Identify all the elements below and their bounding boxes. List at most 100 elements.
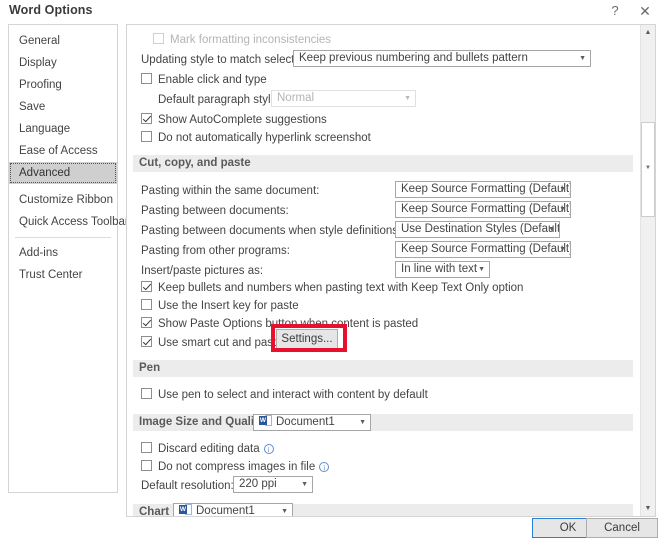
pasting-other-programs-label: Pasting from other programs:: [141, 245, 290, 257]
pasting-same-document-label: Pasting within the same document:: [141, 185, 320, 197]
sidebar-item-language[interactable]: Language: [9, 118, 117, 140]
checkbox-row-do-not-hyperlink-screenshot[interactable]: Do not automatically hyperlink screensho…: [141, 129, 371, 147]
updating-style-value: Keep previous numbering and bullets patt…: [299, 52, 528, 64]
chart-scope-dropdown[interactable]: W Document1 ▼: [173, 503, 293, 516]
enable-click-and-type-checkbox[interactable]: [141, 73, 152, 84]
options-scroll-content: Mark formatting inconsistencies Updating…: [127, 25, 640, 516]
discard-editing-data-label: Discard editing data: [158, 443, 260, 455]
section-header-pen: Pen: [133, 360, 633, 377]
sidebar-item-customize-ribbon[interactable]: Customize Ribbon: [9, 189, 117, 211]
pasting-other-programs-value: Keep Source Formatting (Default): [401, 243, 571, 255]
do-not-compress-label: Do not compress images in file: [158, 461, 316, 473]
sidebar-item-proofing[interactable]: Proofing: [9, 74, 117, 96]
checkbox-row-use-pen[interactable]: Use pen to select and interact with cont…: [141, 386, 428, 404]
checkbox-row-use-insert-key[interactable]: Use the Insert key for paste: [141, 297, 299, 315]
close-icon[interactable]: ✕: [632, 0, 658, 22]
sidebar-item-add-ins[interactable]: Add-ins: [9, 242, 117, 264]
use-pen-checkbox[interactable]: [141, 388, 152, 399]
cancel-button[interactable]: Cancel: [586, 518, 658, 538]
pasting-style-conflict-value: Use Destination Styles (Default): [401, 223, 560, 235]
info-icon[interactable]: i: [263, 444, 274, 454]
sidebar-item-quick-access-toolbar[interactable]: Quick Access Toolbar: [9, 211, 129, 233]
mark-formatting-inconsistencies-label: Mark formatting inconsistencies: [170, 34, 332, 46]
chevron-down-icon: ▼: [478, 266, 485, 273]
show-paste-options-checkbox[interactable]: [141, 317, 152, 328]
mark-formatting-inconsistencies-checkbox[interactable]: [153, 33, 164, 44]
pasting-same-document-dropdown[interactable]: Keep Source Formatting (Default) ▼: [395, 181, 571, 198]
use-insert-key-label: Use the Insert key for paste: [158, 300, 299, 312]
do-not-hyperlink-screenshot-label: Do not automatically hyperlink screensho…: [158, 132, 371, 144]
help-icon[interactable]: ?: [602, 0, 628, 22]
sidebar-item-ease-of-access[interactable]: Ease of Access: [9, 140, 117, 162]
dialog-title-bar: Word Options ? ✕: [0, 0, 664, 22]
keep-bullets-checkbox[interactable]: [141, 281, 152, 292]
section-header-image-size-quality: Image Size and Quality: [133, 414, 633, 431]
scroll-down-arrow-icon[interactable]: ▼: [641, 501, 655, 516]
sidebar-nav: General Display Proofing Save Language E…: [8, 24, 129, 493]
checkbox-row-enable-click-and-type[interactable]: Enable click and type: [141, 71, 267, 89]
pasting-between-documents-value: Keep Source Formatting (Default): [401, 203, 571, 215]
section-header-cut-copy-paste: Cut, copy, and paste: [133, 155, 633, 172]
discard-editing-data-checkbox[interactable]: [141, 442, 152, 453]
default-paragraph-style-label: Default paragraph style:: [158, 94, 281, 106]
pasting-other-programs-dropdown[interactable]: Keep Source Formatting (Default) ▼: [395, 241, 571, 258]
chevron-down-icon: ▼: [548, 226, 555, 233]
checkbox-row-do-not-compress[interactable]: Do not compress images in file i: [141, 458, 330, 476]
checkbox-row-discard-editing-data[interactable]: Discard editing data i: [141, 440, 274, 458]
scroll-up-arrow-icon[interactable]: ▲: [641, 25, 655, 40]
chevron-down-icon: ▼: [559, 206, 566, 213]
default-paragraph-style-dropdown: Normal ▼: [271, 90, 416, 107]
pasting-style-conflict-dropdown[interactable]: Use Destination Styles (Default) ▼: [395, 221, 560, 238]
chart-scope-value: Document1: [196, 505, 255, 516]
checkbox-row-use-smart-cut-paste[interactable]: Use smart cut and pastei: [141, 334, 297, 352]
enable-click-and-type-label: Enable click and type: [158, 74, 267, 86]
sidebar-item-advanced[interactable]: Advanced: [9, 162, 117, 184]
use-smart-cut-paste-checkbox[interactable]: [141, 336, 152, 347]
chevron-down-icon: ▼: [359, 419, 366, 426]
scrollbar-thumb[interactable]: [641, 122, 655, 217]
clipped-top-row: [141, 25, 144, 36]
default-paragraph-style-value: Normal: [277, 92, 315, 104]
do-not-compress-checkbox[interactable]: [141, 460, 152, 471]
sidebar-item-save[interactable]: Save: [9, 96, 117, 118]
chart-heading: Chart: [139, 506, 170, 516]
default-resolution-value: 220 ppi: [239, 478, 277, 490]
page-title: Word Options: [9, 3, 93, 17]
updating-style-dropdown[interactable]: Keep previous numbering and bullets patt…: [293, 50, 591, 67]
chevron-down-icon: ▼: [281, 508, 288, 515]
updating-style-label: Updating style to match selection:: [141, 54, 313, 66]
pasting-between-documents-dropdown[interactable]: Keep Source Formatting (Default) ▼: [395, 201, 571, 218]
vertical-scrollbar[interactable]: ▲ ▼: [640, 25, 655, 516]
checkbox-row-mark-formatting-inconsistencies[interactable]: Mark formatting inconsistencies: [153, 31, 331, 49]
sidebar-item-trust-center[interactable]: Trust Center: [9, 264, 117, 286]
checkbox-row-show-autocomplete[interactable]: Show AutoComplete suggestions: [141, 111, 327, 129]
show-autocomplete-checkbox[interactable]: [141, 113, 152, 124]
sidebar-divider: [15, 237, 111, 238]
word-document-icon: W: [179, 504, 192, 515]
do-not-hyperlink-screenshot-checkbox[interactable]: [141, 131, 152, 142]
chevron-down-icon: ▼: [404, 95, 411, 102]
options-content-panel: Mark formatting inconsistencies Updating…: [126, 24, 656, 517]
insert-paste-pictures-dropdown[interactable]: In line with text ▼: [395, 261, 490, 278]
info-icon[interactable]: i: [319, 462, 330, 472]
pasting-between-documents-label: Pasting between documents:: [141, 205, 289, 217]
sidebar-item-general[interactable]: General: [9, 30, 117, 52]
use-insert-key-checkbox[interactable]: [141, 299, 152, 310]
use-smart-cut-paste-label: Use smart cut and paste: [158, 337, 283, 349]
sidebar-item-display[interactable]: Display: [9, 52, 117, 74]
chevron-down-icon: ▼: [559, 186, 566, 193]
image-size-quality-scope-value: Document1: [276, 416, 335, 428]
insert-paste-pictures-value: In line with text: [401, 263, 478, 275]
use-pen-label: Use pen to select and interact with cont…: [158, 389, 428, 401]
show-autocomplete-label: Show AutoComplete suggestions: [158, 114, 327, 126]
word-document-icon: W: [259, 415, 272, 426]
chevron-down-icon: ▼: [559, 246, 566, 253]
image-size-quality-scope-dropdown[interactable]: W Document1 ▼: [253, 414, 371, 431]
default-resolution-dropdown[interactable]: 220 ppi ▼: [233, 476, 313, 493]
smart-cut-paste-settings-button[interactable]: Settings...: [276, 329, 338, 349]
insert-paste-pictures-label: Insert/paste pictures as:: [141, 265, 264, 277]
checkbox-row-keep-bullets[interactable]: Keep bullets and numbers when pasting te…: [141, 279, 523, 297]
keep-bullets-label: Keep bullets and numbers when pasting te…: [158, 282, 524, 294]
pasting-same-document-value: Keep Source Formatting (Default): [401, 183, 571, 195]
chevron-down-icon: ▼: [579, 55, 586, 62]
